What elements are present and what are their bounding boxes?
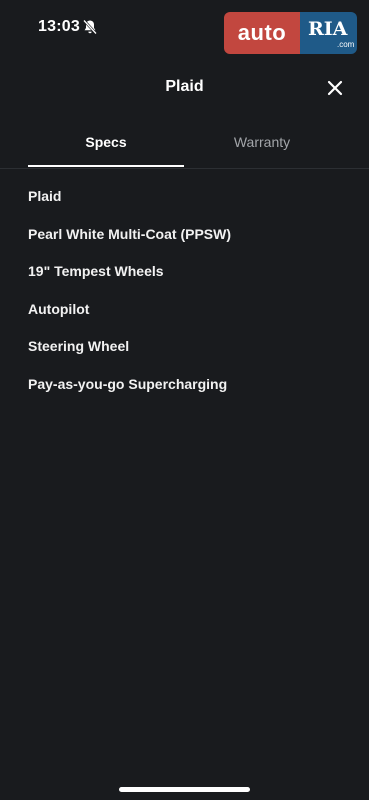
close-icon[interactable] <box>322 75 348 101</box>
spec-item-wheels: 19" Tempest Wheels <box>28 263 164 279</box>
spec-item-autopilot: Autopilot <box>28 300 90 317</box>
spec-item-model: Plaid <box>28 188 62 204</box>
tab-bar: Specs Warranty <box>0 120 369 169</box>
bell-slash-icon <box>83 19 97 35</box>
watermark-com-text: .com <box>337 40 355 49</box>
status-time: 13:03 <box>38 18 80 35</box>
autoria-watermark: auto RIA .com <box>224 12 357 54</box>
spec-item-steering: Steering Wheel <box>28 338 130 354</box>
watermark-ria-block: RIA .com <box>300 12 357 54</box>
watermark-ria-text: RIA <box>308 18 348 40</box>
active-tab-indicator <box>28 165 184 167</box>
spec-item-supercharging: Pay-as-you-go Supercharging <box>28 375 228 392</box>
spec-list: Plaid Pearl White Multi-Coat (PPSW) 19" … <box>28 178 348 403</box>
tab-warranty[interactable]: Warranty <box>184 120 340 168</box>
page-title: Plaid <box>165 78 204 95</box>
modal-header: Plaid <box>0 70 369 104</box>
tab-specs[interactable]: Specs <box>28 120 184 168</box>
spec-item-paint: Pearl White Multi-Coat (PPSW) <box>28 225 231 242</box>
home-indicator[interactable] <box>119 787 250 792</box>
watermark-auto-text: auto <box>224 12 300 54</box>
